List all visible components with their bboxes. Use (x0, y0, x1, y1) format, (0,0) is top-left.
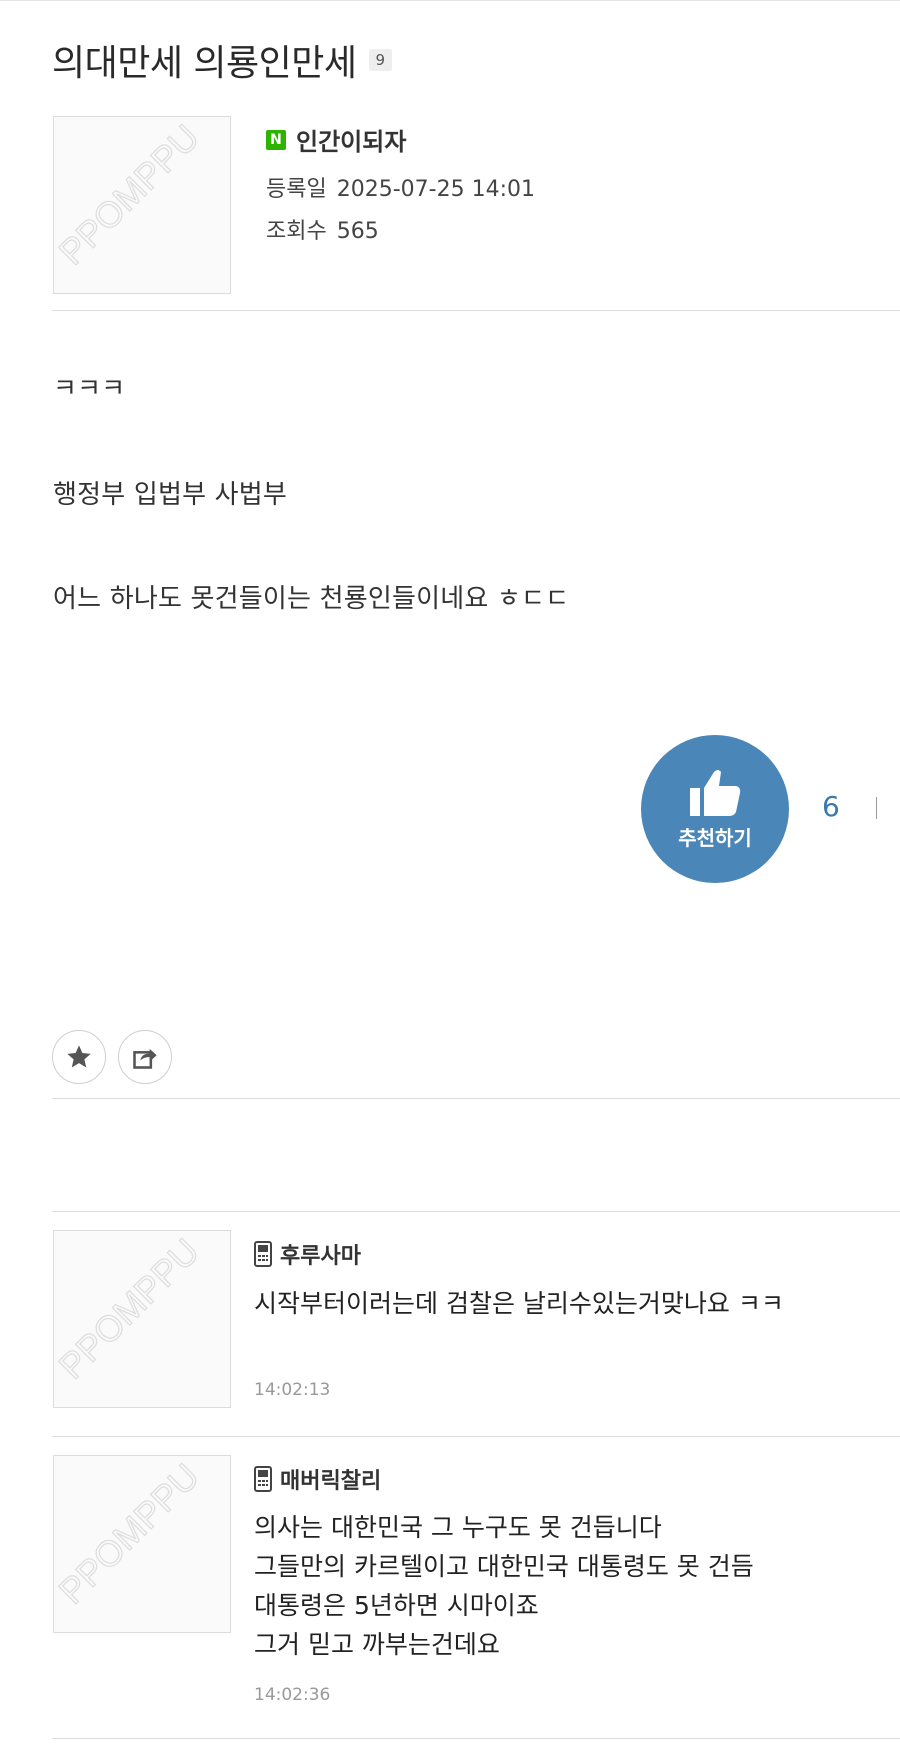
author-name[interactable]: 인간이되자 (296, 122, 406, 157)
recommend-button[interactable]: 추천하기 (641, 735, 789, 883)
view-count: 조회수 565 (266, 213, 535, 245)
recommend-label: 추천하기 (678, 825, 752, 850)
author-row[interactable]: N 인간이되자 (266, 122, 535, 157)
comment-author-name[interactable]: 후루사마 (280, 1238, 361, 1270)
comment-divider (52, 1738, 900, 1739)
avatar-placeholder-image: PPOMPPU (54, 1231, 208, 1387)
post-title-row: 의대만세 의룡인만세 9 (52, 34, 393, 86)
post-meta: N 인간이되자 등록일 2025-07-25 14:01 조회수 565 (266, 122, 535, 245)
registered-date: 등록일 2025-07-25 14:01 (266, 171, 535, 203)
share-button[interactable] (118, 1030, 172, 1084)
comment-line: 그거 믿고 까부는건데요 (254, 1630, 500, 1659)
comment-line: 의사는 대한민국 그 누구도 못 건듭니다 (254, 1513, 662, 1542)
header-divider (52, 310, 900, 311)
comment-line: 대통령은 5년하면 시마이죠 (254, 1591, 539, 1620)
avatar-placeholder-image: PPOMPPU (54, 1456, 208, 1612)
comments-top-divider (52, 1211, 900, 1212)
views-value: 565 (336, 219, 379, 244)
favorite-button[interactable] (52, 1030, 106, 1084)
post-body-line: ㅋㅋㅋ (53, 374, 126, 404)
registered-value: 2025-07-25 14:01 (336, 177, 535, 202)
separator (876, 797, 877, 819)
comment-text: 시작부터이러는데 검찰은 날리수있는거맞나요 ㅋㅋ (254, 1284, 784, 1323)
post-title: 의대만세 의룡인만세 (52, 43, 357, 84)
svg-text:PPOMPPU: PPOMPPU (54, 1456, 207, 1612)
comment-line: 그들만의 카르텔이고 대한민국 대통령도 못 건듬 (254, 1552, 754, 1581)
avatar-placeholder-image: PPOMPPU (54, 117, 208, 273)
content-divider (52, 1098, 900, 1099)
star-icon (67, 1045, 91, 1068)
thumbs-up-icon (690, 769, 741, 816)
comment-divider (52, 1436, 900, 1437)
author-avatar[interactable]: PPOMPPU (53, 116, 231, 294)
comment-author[interactable]: 후루사마 (254, 1238, 361, 1270)
comment-author-name[interactable]: 매버릭찰리 (280, 1463, 381, 1495)
mobile-phone-icon (254, 1241, 272, 1267)
comment-time: 14:02:36 (254, 1685, 331, 1705)
comment-time: 14:02:13 (254, 1380, 331, 1400)
comment-text: 의사는 대한민국 그 누구도 못 건듭니다 그들만의 카르텔이고 대한민국 대통… (254, 1508, 754, 1664)
post-body-line: 어느 하나도 못건들이는 천룡인들이네요 ㅎㄷㄷ (53, 584, 570, 614)
registered-label: 등록일 (266, 177, 327, 202)
comment-line: 시작부터이러는데 검찰은 날리수있는거맞나요 ㅋㅋ (254, 1289, 784, 1318)
top-divider (0, 0, 900, 1)
svg-text:PPOMPPU: PPOMPPU (54, 117, 207, 273)
naver-n-icon: N (266, 129, 286, 150)
comment-author[interactable]: 매버릭찰리 (254, 1463, 381, 1495)
comment-count-badge[interactable]: 9 (368, 49, 393, 71)
svg-text:PPOMPPU: PPOMPPU (54, 1231, 207, 1387)
comment-avatar[interactable]: PPOMPPU (53, 1455, 231, 1633)
views-label: 조회수 (266, 219, 327, 244)
post-body-line: 행정부 입법부 사법부 (53, 480, 288, 510)
mobile-phone-icon (254, 1466, 272, 1492)
share-icon (133, 1048, 157, 1069)
recommend-count: 6 (822, 790, 840, 823)
comment-avatar[interactable]: PPOMPPU (53, 1230, 231, 1408)
